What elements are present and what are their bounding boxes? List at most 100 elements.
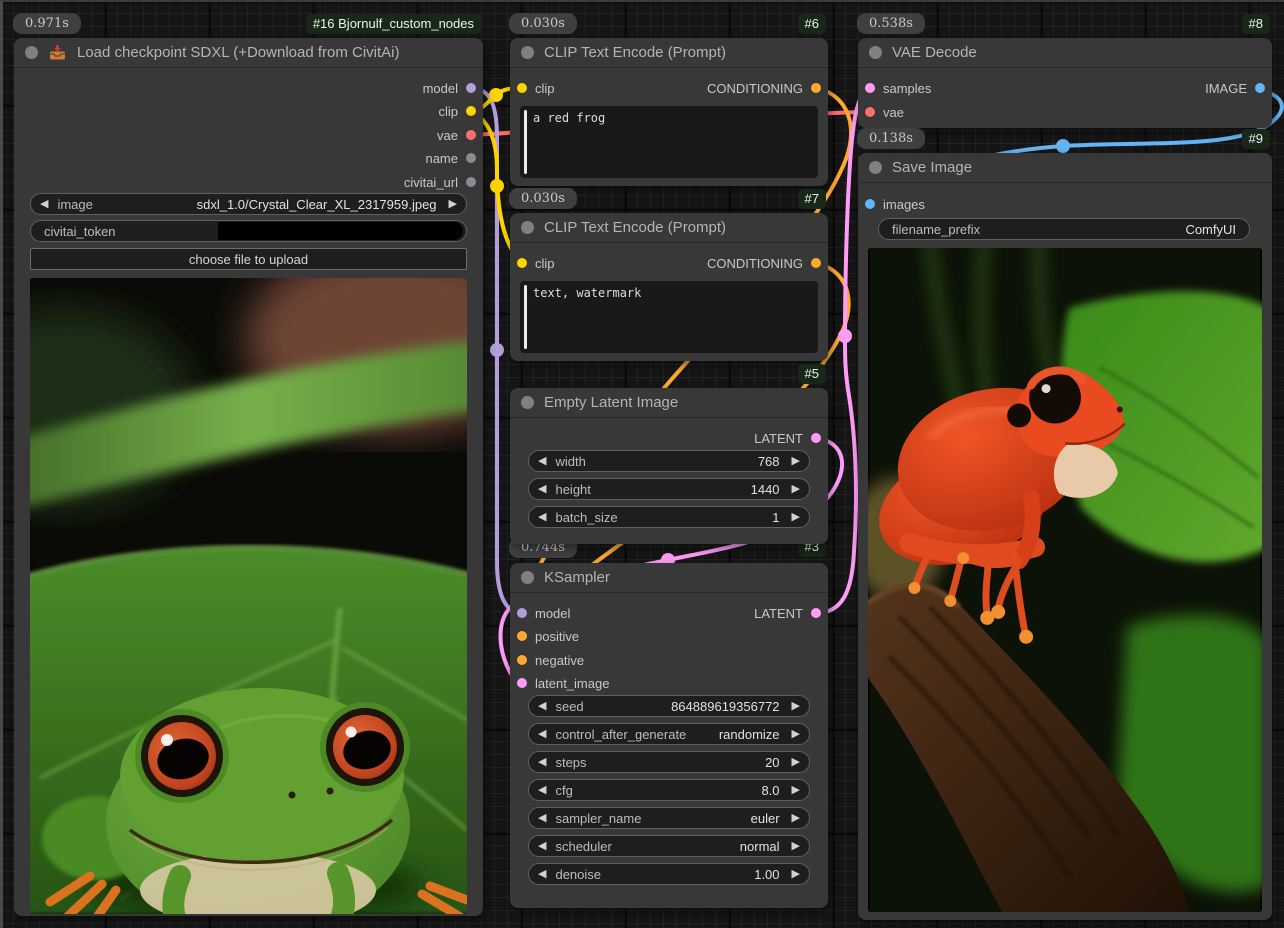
combo-left-arrow-icon[interactable]: ◀ [40,199,48,210]
slot-label: model [423,81,458,96]
node-clip-text-encode-negative[interactable]: 0.030s #7 CLIP Text Encode (Prompt) clip… [510,213,828,361]
output-slot-latent: LATENT [754,603,821,623]
slot-label: vae [883,105,904,120]
collapse-dot-icon[interactable] [869,46,882,59]
combo-left-arrow-icon[interactable]: ◀ [538,785,546,796]
input-slot-samples: samples [865,78,931,98]
node-title-bar[interactable]: KSampler [510,563,828,593]
vae-output-dot[interactable] [466,130,476,140]
combo-left-arrow-icon[interactable]: ◀ [538,757,546,768]
widget-value: euler [751,811,780,826]
sampler-name-combo-widget[interactable]: ◀ sampler_name euler ▶ [528,807,810,829]
conditioning-output-dot[interactable] [811,83,821,93]
node-title-bar[interactable]: VAE Decode [858,38,1272,68]
conditioning-output-dot[interactable] [811,258,821,268]
collapse-dot-icon[interactable] [521,221,534,234]
combo-right-arrow-icon[interactable]: ▶ [792,701,800,712]
clip-output-dot[interactable] [466,106,476,116]
node-ksampler[interactable]: 0.744s #3 KSampler model positive negati… [510,563,828,908]
latent-output-dot[interactable] [811,608,821,618]
latent-image-input-dot[interactable] [517,678,527,688]
combo-left-arrow-icon[interactable]: ◀ [538,729,546,740]
combo-right-arrow-icon[interactable]: ▶ [792,729,800,740]
civitai-token-field[interactable]: civitai_token [30,220,467,242]
steps-combo-widget[interactable]: ◀ steps 20 ▶ [528,751,810,773]
widget-value: 1 [772,510,779,525]
output-slot-name: name [425,148,476,168]
scheduler-combo-widget[interactable]: ◀ scheduler normal ▶ [528,835,810,857]
node-save-image[interactable]: 0.138s #9 Save Image images filename_pre… [858,153,1272,920]
output-slot-clip: clip [438,101,476,121]
output-slot-conditioning: CONDITIONING [707,253,821,273]
node-title-bar[interactable]: Empty Latent Image [510,388,828,418]
save-image-preview [868,248,1262,912]
execution-time-badge: 0.538s [857,13,925,34]
control-after-generate-combo-widget[interactable]: ◀ control_after_generate randomize ▶ [528,723,810,745]
input-slot-clip: clip [517,78,555,98]
execution-time-badge: 0.138s [857,128,925,149]
civitai-url-output-dot[interactable] [466,177,476,187]
model-input-dot[interactable] [517,608,527,618]
link-midpoint-dot [1056,139,1070,153]
batch-size-combo-widget[interactable]: ◀ batch_size 1 ▶ [528,506,810,528]
combo-right-arrow-icon[interactable]: ▶ [449,199,457,210]
widget-label: seed [555,699,583,714]
node-title-bar[interactable]: CLIP Text Encode (Prompt) [510,38,828,68]
denoise-combo-widget[interactable]: ◀ denoise 1.00 ▶ [528,863,810,885]
collapse-dot-icon[interactable] [869,161,882,174]
node-title-bar[interactable]: Save Image [858,153,1272,183]
link-midpoint-dot [838,329,852,343]
vae-input-dot[interactable] [865,107,875,117]
combo-right-arrow-icon[interactable]: ▶ [792,869,800,880]
node-load-checkpoint[interactable]: 0.971s #16 Bjornulf_custom_nodes Load ch… [14,38,483,916]
node-title-bar[interactable]: CLIP Text Encode (Prompt) [510,213,828,243]
filename-prefix-field[interactable]: filename_prefix ComfyUI [878,218,1250,240]
height-combo-widget[interactable]: ◀ height 1440 ▶ [528,478,810,500]
prompt-textarea[interactable]: a red frog [520,106,818,178]
node-clip-text-encode-positive[interactable]: 0.030s #6 CLIP Text Encode (Prompt) clip… [510,38,828,186]
cfg-combo-widget[interactable]: ◀ cfg 8.0 ▶ [528,779,810,801]
choose-file-button[interactable]: choose file to upload [30,248,467,270]
images-input-dot[interactable] [865,199,875,209]
negative-input-dot[interactable] [517,655,527,665]
width-combo-widget[interactable]: ◀ width 768 ▶ [528,450,810,472]
widget-label: steps [555,755,586,770]
execution-time-badge: 0.971s [13,13,81,34]
widget-label: control_after_generate [555,727,686,742]
model-output-dot[interactable] [466,83,476,93]
workflow-canvas[interactable]: 0.971s #16 Bjornulf_custom_nodes Load ch… [0,0,1284,928]
clip-input-dot[interactable] [517,83,527,93]
combo-right-arrow-icon[interactable]: ▶ [792,841,800,852]
combo-right-arrow-icon[interactable]: ▶ [792,813,800,824]
widget-value: sdxl_1.0/Crystal_Clear_XL_2317959.jpeg [197,197,437,212]
node-empty-latent-image[interactable]: #5 Empty Latent Image LATENT ◀ width 768… [510,388,828,544]
combo-right-arrow-icon[interactable]: ▶ [792,456,800,467]
image-output-dot[interactable] [1255,83,1265,93]
positive-input-dot[interactable] [517,631,527,641]
combo-left-arrow-icon[interactable]: ◀ [538,701,546,712]
name-output-dot[interactable] [466,153,476,163]
collapse-dot-icon[interactable] [25,46,38,59]
collapse-dot-icon[interactable] [521,46,534,59]
combo-left-arrow-icon[interactable]: ◀ [538,813,546,824]
combo-right-arrow-icon[interactable]: ▶ [792,757,800,768]
image-combo-widget[interactable]: ◀ image sdxl_1.0/Crystal_Clear_XL_231795… [30,193,467,215]
node-vae-decode[interactable]: 0.538s #8 VAE Decode samples vae IMAGE [858,38,1272,128]
collapse-dot-icon[interactable] [521,571,534,584]
node-title-bar[interactable]: Load checkpoint SDXL (+Download from Civ… [14,38,483,68]
clip-input-dot[interactable] [517,258,527,268]
slot-label: vae [437,128,458,143]
combo-right-arrow-icon[interactable]: ▶ [792,512,800,523]
combo-left-arrow-icon[interactable]: ◀ [538,456,546,467]
combo-left-arrow-icon[interactable]: ◀ [538,512,546,523]
latent-output-dot[interactable] [811,433,821,443]
combo-left-arrow-icon[interactable]: ◀ [538,484,546,495]
seed-combo-widget[interactable]: ◀ seed 864889619356772 ▶ [528,695,810,717]
combo-left-arrow-icon[interactable]: ◀ [538,841,546,852]
combo-right-arrow-icon[interactable]: ▶ [792,785,800,796]
collapse-dot-icon[interactable] [521,396,534,409]
combo-right-arrow-icon[interactable]: ▶ [792,484,800,495]
prompt-textarea[interactable]: text, watermark [520,281,818,353]
combo-left-arrow-icon[interactable]: ◀ [538,869,546,880]
samples-input-dot[interactable] [865,83,875,93]
